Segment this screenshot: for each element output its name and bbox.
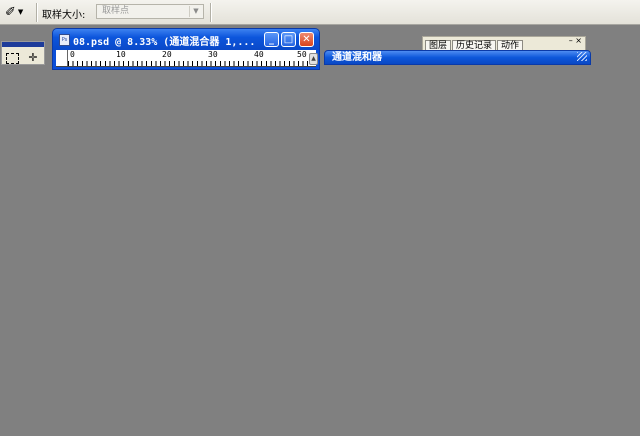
palette-close-icon[interactable]: – × (569, 37, 582, 45)
ruler-tick-label: 30 (208, 50, 218, 59)
toolbox: ✛ (1, 41, 45, 65)
sample-size-value: 取样点 (102, 6, 130, 16)
options-separator (210, 3, 212, 22)
channel-mixer-titlebar[interactable]: 通道混和器 (324, 50, 591, 65)
close-button[interactable]: ✕ (299, 32, 314, 47)
scroll-up-icon[interactable]: ▲ (309, 53, 318, 65)
eyedropper-icon: ✐ (5, 4, 16, 20)
ruler-origin[interactable] (56, 50, 68, 66)
ruler-tick-label: 0 (70, 50, 75, 59)
chevron-down-icon: ▼ (17, 8, 24, 16)
ruler-tick-label: 50 (297, 50, 307, 59)
channel-mixer-title: 通道混和器 (332, 52, 382, 63)
document-title: 08.psd @ 8.33% (通道混合器 1,... (73, 37, 256, 48)
rectangular-marquee-icon[interactable] (6, 53, 19, 64)
drag-grip-icon[interactable] (577, 52, 587, 61)
toolbox-titlebar[interactable] (2, 42, 44, 47)
ruler-tick-label: 40 (254, 50, 264, 59)
ruler-tick-label: 10 (116, 50, 126, 59)
tool-preset-picker[interactable]: ✐ ▼ (5, 3, 35, 21)
document-window: Ps 08.psd @ 8.33% (通道混合器 1,... _ □ ✕ 0 1… (52, 28, 320, 70)
horizontal-ruler: 0 10 20 30 40 50 ▲ (56, 50, 318, 67)
minimize-button[interactable]: _ (264, 32, 279, 47)
options-separator (36, 3, 38, 22)
ruler-tick-label: 20 (162, 50, 172, 59)
sample-size-select[interactable]: 取样点 ▼ (96, 4, 204, 19)
ruler-ticks (68, 61, 308, 66)
document-titlebar[interactable]: Ps 08.psd @ 8.33% (通道混合器 1,... _ □ ✕ (53, 29, 319, 50)
sample-size-label: 取样大小: (42, 10, 86, 21)
psd-file-icon: Ps (59, 34, 70, 46)
move-tool-icon[interactable]: ✛ (25, 51, 41, 64)
maximize-button[interactable]: □ (281, 32, 296, 47)
options-bar: ✐ ▼ 取样大小: 取样点 ▼ (0, 0, 640, 25)
chevron-down-icon: ▼ (189, 6, 202, 17)
